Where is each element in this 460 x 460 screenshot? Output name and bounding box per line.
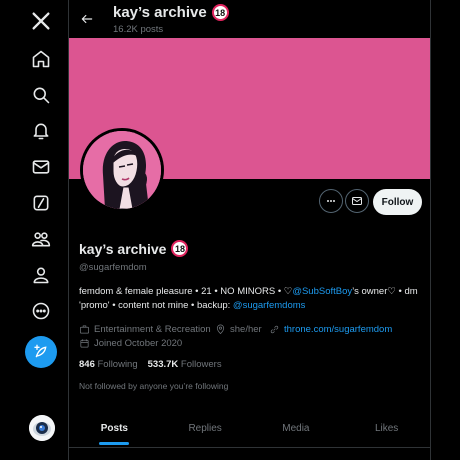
notifications-bell-icon[interactable] — [21, 111, 61, 151]
location-text: she/her — [230, 324, 262, 335]
app-window: kay’s archive 18 16.2K posts Follow kay’… — [0, 0, 460, 460]
bio-backup-link[interactable]: @sugarfemdoms — [233, 300, 305, 311]
communities-icon[interactable] — [21, 219, 61, 259]
grok-icon[interactable] — [21, 183, 61, 223]
calendar-icon — [80, 339, 89, 348]
profile-icon[interactable] — [21, 255, 61, 295]
back-button[interactable] — [77, 9, 97, 29]
message-button[interactable] — [345, 189, 369, 213]
header-title: kay’s archive 18 — [113, 4, 229, 21]
profile-avatar-image — [83, 131, 161, 209]
profile-website: throne.com/sugarfemdom — [269, 324, 392, 335]
following-label: Following — [97, 359, 138, 370]
followers-label: Followers — [180, 359, 222, 370]
profile-name: kay’s archive 18 — [79, 240, 189, 257]
bio-mention-link[interactable]: @SubSoftBoy — [292, 286, 352, 297]
compose-post-button[interactable] — [25, 336, 57, 368]
profile-tabs: Posts Replies Media Likes — [69, 408, 430, 448]
profile-location: she/her — [215, 324, 262, 335]
more-options-button[interactable] — [319, 189, 343, 213]
follow-button[interactable]: Follow — [373, 189, 422, 215]
profile-joined: Joined October 2020 — [79, 338, 182, 349]
profile-category: Entertainment & Recreation — [79, 324, 211, 335]
more-icon[interactable] — [21, 291, 61, 331]
profile-bio: femdom & female pleasure • 21 • NO MINOR… — [79, 285, 424, 313]
posts-count: 16.2K posts — [113, 24, 164, 35]
tab-likes[interactable]: Likes — [341, 408, 430, 448]
age-18-badge-icon: 18 — [211, 4, 229, 21]
header-title-text: kay’s archive — [113, 4, 207, 21]
back-arrow-icon — [81, 14, 93, 24]
profile-avatar[interactable] — [80, 128, 164, 212]
envelope-icon — [352, 197, 362, 205]
feather-plus-icon — [34, 344, 47, 358]
x-logo-icon[interactable] — [21, 1, 61, 41]
following-count: 846 — [79, 359, 95, 370]
search-icon[interactable] — [21, 75, 61, 115]
website-link[interactable]: throne.com/sugarfemdom — [284, 324, 392, 335]
followers-count: 533.7K — [147, 359, 179, 370]
account-avatar[interactable] — [29, 415, 55, 441]
followers-stat[interactable]: 533.7K Followers — [148, 359, 222, 370]
sidebar-nav — [0, 0, 68, 460]
following-stat[interactable]: 846 Following — [79, 359, 138, 370]
profile-name-text: kay’s archive — [79, 240, 167, 257]
more-horizontal-icon — [327, 200, 335, 202]
tab-posts[interactable]: Posts — [69, 408, 160, 448]
briefcase-icon — [80, 325, 89, 334]
account-avatar-image — [29, 415, 55, 441]
messages-envelope-icon[interactable] — [21, 147, 61, 187]
category-text: Entertainment & Recreation — [94, 324, 211, 335]
tab-media[interactable]: Media — [251, 408, 342, 448]
bio-text-1: femdom & female pleasure • 21 • NO MINOR… — [79, 286, 293, 297]
link-icon — [270, 325, 279, 334]
profile-column: kay’s archive 18 16.2K posts Follow kay’… — [68, 0, 431, 460]
profile-handle: @sugarfemdom — [79, 262, 147, 273]
not-followed-notice: Not followed by anyone you’re following — [79, 381, 229, 391]
home-icon[interactable] — [21, 39, 61, 79]
follow-stats: 846 Following 533.7K Followers — [79, 359, 222, 370]
joined-text: Joined October 2020 — [94, 338, 183, 349]
tab-replies[interactable]: Replies — [160, 408, 251, 448]
profile-header: kay’s archive 18 16.2K posts — [69, 0, 430, 38]
tabs-divider — [69, 447, 430, 448]
age-18-badge-icon: 18 — [171, 240, 189, 257]
location-pin-icon — [216, 324, 225, 334]
